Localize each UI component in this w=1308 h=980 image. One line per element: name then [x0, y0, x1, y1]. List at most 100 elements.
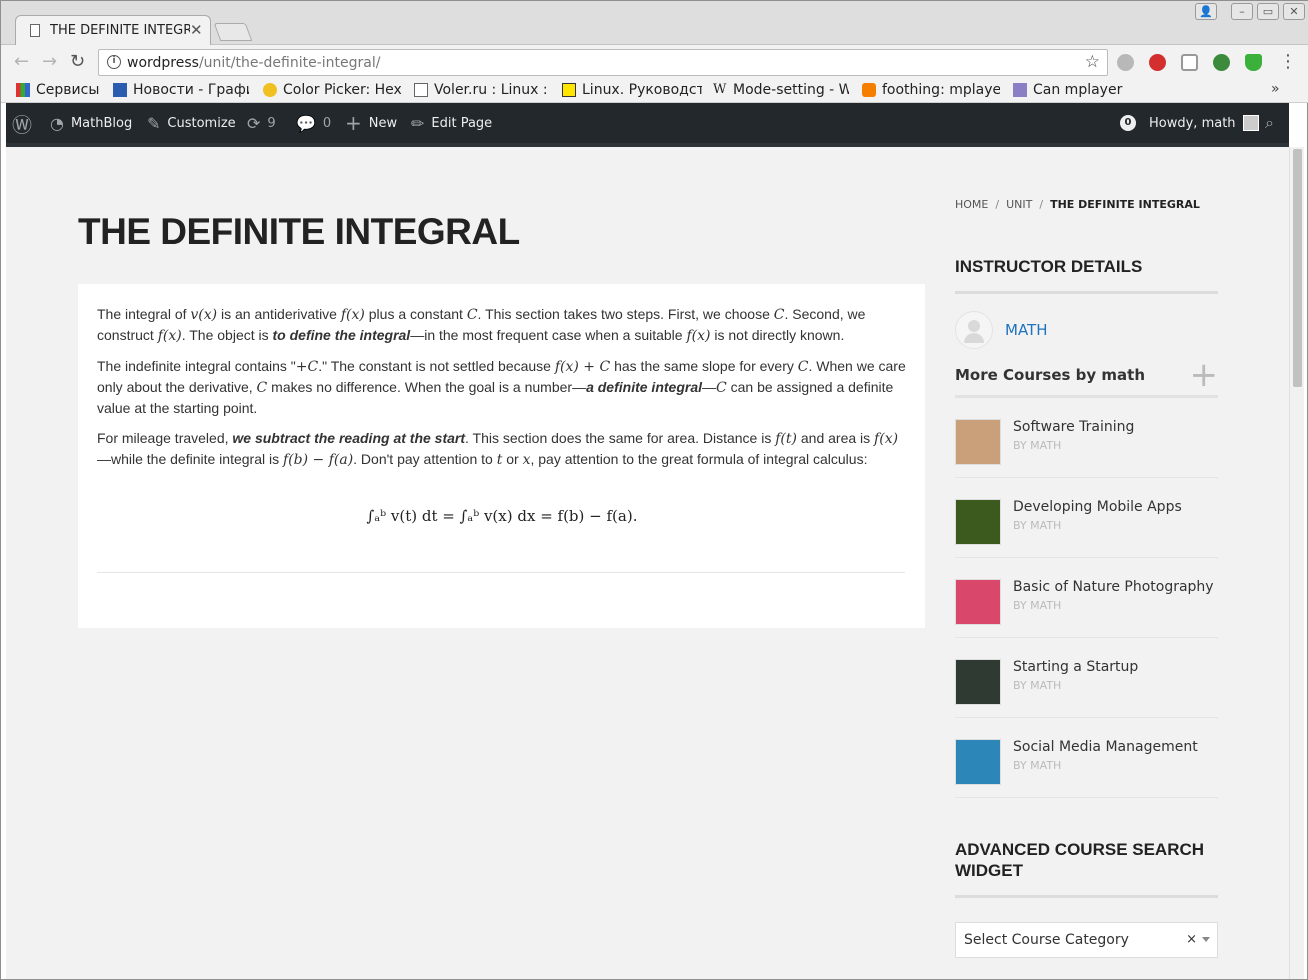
instructor-name-link[interactable]: MATH	[1005, 321, 1047, 339]
back-arrow-icon[interactable]: ←	[14, 51, 29, 72]
customize-button[interactable]: ✎ Customize	[147, 103, 236, 143]
url-path: /unit/the-definite-integral/	[198, 55, 381, 71]
bookmark-linux-guide[interactable]: Linux. Руководст	[562, 82, 702, 98]
close-window-icon[interactable]: ✕	[1283, 3, 1305, 20]
edit-page-label: Edit Page	[431, 115, 493, 131]
extension-block-icon[interactable]	[1149, 54, 1166, 71]
wordpress-icon: Ⓦ	[12, 112, 32, 137]
math: v(x)	[190, 307, 218, 323]
course-title-link[interactable]: Starting a Startup	[1013, 659, 1138, 675]
browser-window: THE DEFINITE INTEGRAL ✕ 👤 – ▭ ✕ ← → ↻ i …	[0, 0, 1308, 980]
bookmark-services[interactable]: Сервисы	[16, 82, 106, 98]
updates-button[interactable]: ⟳ 9	[247, 103, 276, 143]
close-tab-icon[interactable]: ✕	[190, 21, 203, 39]
course-info: Software Training BY MATH	[1013, 419, 1134, 477]
edit-page-button[interactable]: ✏ Edit Page	[411, 103, 492, 143]
page-content: THE DEFINITE INTEGRAL HOME / UNIT / THE …	[6, 147, 1289, 979]
course-thumbnail[interactable]	[955, 579, 1001, 625]
bookmark-label: foothing: mplaye	[882, 82, 1000, 98]
new-content-button[interactable]: + New	[345, 103, 397, 143]
instructor-avatar[interactable]	[955, 311, 993, 349]
customize-label: Customize	[167, 115, 236, 131]
minimize-icon[interactable]: –	[1231, 3, 1253, 20]
new-tab-button[interactable]	[213, 23, 253, 41]
text: The integral of	[97, 306, 191, 322]
bookmark-voler[interactable]: Voler.ru : Linux : I	[414, 82, 550, 98]
emphasis: we subtract the reading at the start	[232, 430, 466, 446]
bookmark-color-picker[interactable]: Color Picker: Hex	[263, 82, 401, 98]
site-name-button[interactable]: ◔ MathBlog	[50, 103, 132, 143]
wp-logo-button[interactable]: Ⓦ	[12, 103, 32, 143]
notifications-button[interactable]: 0	[1120, 103, 1136, 143]
course-thumbnail[interactable]	[955, 659, 1001, 705]
course-author: BY MATH	[1013, 759, 1062, 772]
howdy-label: Howdy, math	[1149, 115, 1236, 131]
text: The indefinite integral contains "	[97, 358, 296, 374]
notifications-count: 0	[1120, 115, 1136, 131]
reload-icon[interactable]: ↻	[70, 51, 85, 72]
extension-globe-icon[interactable]	[1117, 54, 1134, 71]
my-account-button[interactable]: Howdy, math	[1149, 103, 1259, 143]
course-thumbnail[interactable]	[955, 419, 1001, 465]
course-author: BY MATH	[1013, 519, 1062, 532]
course-item[interactable]: Social Media Management BY MATH	[955, 718, 1218, 798]
course-title-link[interactable]: Developing Mobile Apps	[1013, 499, 1182, 515]
course-title-link[interactable]: Social Media Management	[1013, 739, 1198, 755]
integral-formula: ∫ₐᵇ v(t) dt = ∫ₐᵇ v(x) dx = f(b) − f(a).	[366, 507, 638, 525]
course-title-link[interactable]: Software Training	[1013, 419, 1134, 435]
extension-shield-icon[interactable]	[1181, 54, 1198, 71]
comments-button[interactable]: 💬 0	[296, 103, 331, 143]
active-tab[interactable]: THE DEFINITE INTEGRAL ✕	[15, 15, 211, 46]
more-courses-title: More Courses by math	[955, 366, 1146, 384]
extension-ghost-icon[interactable]	[1213, 54, 1230, 71]
course-author: BY MATH	[1013, 599, 1062, 612]
expand-plus-icon[interactable]: +	[1190, 358, 1219, 392]
browser-menu-icon[interactable]: ⋮	[1279, 51, 1297, 72]
pencil-icon: ✏	[411, 113, 425, 133]
math: f(t)	[775, 431, 797, 447]
select-value: Select Course Category	[964, 932, 1129, 948]
breadcrumb-unit[interactable]: UNIT	[1006, 198, 1032, 211]
text: has the same slope for every	[610, 358, 798, 374]
search-button[interactable]: ⌕	[1265, 103, 1274, 143]
article-body: The integral of v(x) is an antiderivativ…	[97, 304, 907, 525]
more-bookmarks-icon[interactable]: »	[1271, 81, 1280, 97]
math: C	[797, 359, 809, 375]
forward-arrow-icon[interactable]: →	[42, 51, 57, 72]
address-bar[interactable]: i wordpress/unit/the-definite-integral/ …	[98, 49, 1108, 76]
course-author: BY MATH	[1013, 679, 1062, 692]
maximize-icon[interactable]: ▭	[1257, 3, 1279, 20]
course-category-select[interactable]: Select Course Category ×	[955, 922, 1218, 958]
bookmark-mplayer[interactable]: Can mplayer play	[1013, 82, 1123, 98]
breadcrumb-home[interactable]: HOME	[955, 198, 988, 211]
bookmark-label: Новости - Графи	[133, 82, 249, 98]
browser-toolbar: ← → ↻ i wordpress/unit/the-definite-inte…	[1, 45, 1308, 79]
plus-icon: +	[345, 111, 362, 135]
text: . This section takes two steps. First, w…	[477, 306, 774, 322]
bookmark-mode-setting[interactable]: W Mode-setting - W	[713, 82, 849, 98]
profile-icon[interactable]: 👤	[1195, 3, 1217, 20]
course-item[interactable]: Basic of Nature Photography BY MATH	[955, 558, 1218, 638]
dashboard-icon: ◔	[50, 113, 64, 133]
bookmark-foothing[interactable]: foothing: mplaye	[862, 82, 1000, 98]
url-text: wordpress/unit/the-definite-integral/	[127, 55, 380, 71]
course-search-widget-title: ADVANCED COURSE SEARCH WIDGET	[955, 840, 1205, 880]
bookmark-news[interactable]: Новости - Графи	[113, 82, 249, 98]
site-info-icon[interactable]: i	[107, 55, 121, 69]
scrollbar-thumb[interactable]	[1293, 149, 1302, 387]
course-thumbnail[interactable]	[955, 499, 1001, 545]
page-scrollbar[interactable]	[1289, 147, 1304, 979]
course-title-link[interactable]: Basic of Nature Photography	[1013, 579, 1214, 595]
bookmark-star-icon[interactable]: ☆	[1085, 52, 1100, 72]
text: is an antiderivative	[217, 306, 341, 322]
bookmark-label: Color Picker: Hex	[283, 82, 401, 98]
math: C	[773, 307, 785, 323]
dropdown-arrow-icon[interactable]	[1202, 937, 1210, 942]
course-item[interactable]: Software Training BY MATH	[955, 398, 1218, 478]
course-item[interactable]: Starting a Startup BY MATH	[955, 638, 1218, 718]
extension-check-shield-icon[interactable]	[1245, 54, 1262, 71]
course-item[interactable]: Developing Mobile Apps BY MATH	[955, 478, 1218, 558]
course-thumbnail[interactable]	[955, 739, 1001, 785]
clear-selection-icon[interactable]: ×	[1186, 932, 1197, 947]
course-list: Software Training BY MATH Developing Mob…	[955, 398, 1218, 798]
